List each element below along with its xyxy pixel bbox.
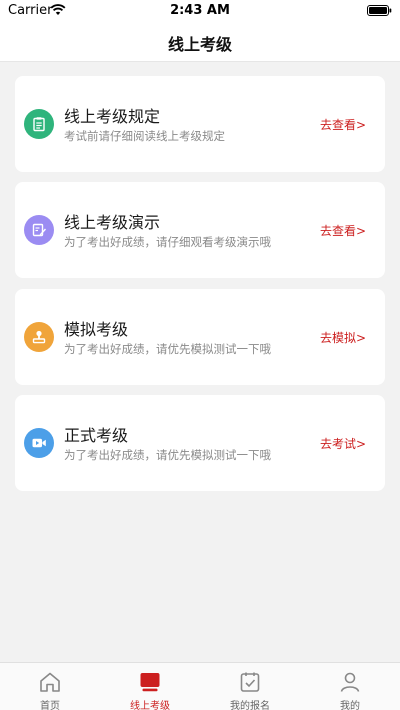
card-description: 为了考出好成绩，请优先模拟测试一下哦 xyxy=(64,448,271,462)
status-bar: Carrier 2:43 AM xyxy=(0,0,400,22)
card-description: 为了考出好成绩，请优先模拟测试一下哦 xyxy=(64,342,271,356)
tab-label: 我的 xyxy=(340,701,360,710)
clock-time: 2:43 AM xyxy=(170,3,230,18)
card-exam-demo[interactable]: 线上考级演示 为了考出好成绩，请仔细观看考级演示哦 去查看> xyxy=(15,182,385,278)
tab-profile[interactable]: 我的 xyxy=(300,663,400,710)
card-description: 为了考出好成绩，请仔细观看考级演示哦 xyxy=(64,235,271,249)
card-title: 正式考级 xyxy=(64,426,129,445)
card-title: 线上考级演示 xyxy=(64,213,161,232)
page-title: 线上考级 xyxy=(167,35,232,54)
edit-icon xyxy=(24,215,54,245)
navigation-bar: 线上考级 xyxy=(0,22,400,62)
profile-icon xyxy=(340,672,360,692)
tab-home[interactable]: 首页 xyxy=(0,663,100,710)
tab-online-exam[interactable]: 线上考级 xyxy=(100,663,200,710)
tab-label: 线上考级 xyxy=(130,701,170,710)
user-icon xyxy=(24,322,54,352)
tab-my-registrations[interactable]: 我的报名 xyxy=(200,663,300,710)
checklist-icon xyxy=(240,672,260,692)
tab-label: 我的报名 xyxy=(230,701,270,710)
card-description: 考试前请仔细阅读线上考级规定 xyxy=(64,129,225,143)
battery-icon xyxy=(367,5,392,16)
tab-label: 首页 xyxy=(40,701,60,710)
card-exam-rules[interactable]: 线上考级规定 考试前请仔细阅读线上考级规定 去查看> xyxy=(15,76,385,172)
home-icon xyxy=(40,672,60,692)
video-icon xyxy=(24,428,54,458)
tab-bar: 首页 线上考级 我的报名 我的 xyxy=(0,662,400,710)
card-formal-exam[interactable]: 正式考级 为了考出好成绩，请优先模拟测试一下哦 去考试> xyxy=(15,395,385,491)
card-title: 模拟考级 xyxy=(64,320,129,339)
card-mock-exam[interactable]: 模拟考级 为了考出好成绩，请优先模拟测试一下哦 去模拟> xyxy=(15,289,385,385)
view-rules-link[interactable]: 去查看> xyxy=(320,116,366,133)
start-mock-link[interactable]: 去模拟> xyxy=(320,329,366,346)
card-title: 线上考级规定 xyxy=(64,107,161,126)
view-demo-link[interactable]: 去查看> xyxy=(320,222,366,239)
start-exam-link[interactable]: 去考试> xyxy=(320,435,366,452)
document-icon xyxy=(24,109,54,139)
exam-icon xyxy=(140,673,160,692)
